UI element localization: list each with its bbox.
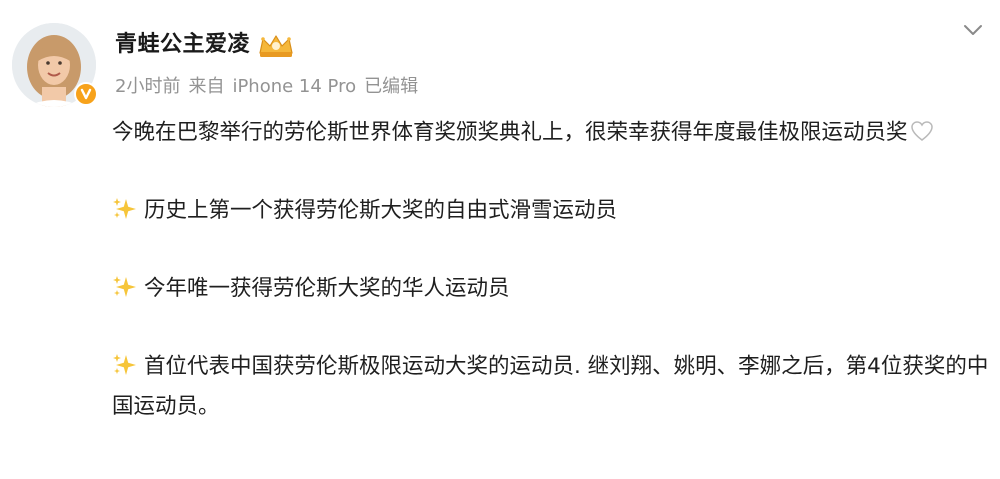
chevron-down-icon[interactable] bbox=[961, 18, 985, 42]
post-intro-paragraph: 今晚在巴黎举行的劳伦斯世界体育奖颁奖典礼上，很荣幸获得年度最佳极限运动员奖 bbox=[112, 113, 992, 153]
source-device-link[interactable]: iPhone 14 Pro bbox=[232, 76, 356, 97]
edited-label[interactable]: 已编辑 bbox=[364, 76, 418, 97]
crown-member-icon[interactable] bbox=[256, 33, 296, 59]
source-prefix: 来自 bbox=[188, 76, 225, 97]
post-time: 2小时前 bbox=[115, 76, 181, 97]
author-name[interactable]: 青蛙公主爱凌 bbox=[115, 30, 250, 60]
verified-badge-icon bbox=[74, 82, 98, 106]
post-body: 今晚在巴黎举行的劳伦斯世界体育奖颁奖典礼上，很荣幸获得年度最佳极限运动员奖 历史… bbox=[112, 113, 992, 427]
post-point-text: 首位代表中国获劳伦斯极限运动大奖的运动员. 继刘翔、姚明、李娜之后，第4位获奖的… bbox=[112, 354, 989, 419]
sparkles-icon bbox=[112, 351, 138, 375]
post-meta: 2小时前 来自 iPhone 14 Pro 已编辑 bbox=[115, 73, 426, 101]
sparkles-icon bbox=[112, 273, 138, 297]
post-point-text: 历史上第一个获得劳伦斯大奖的自由式滑雪运动员 bbox=[144, 198, 618, 223]
post-point-text: 今年唯一获得劳伦斯大奖的华人运动员 bbox=[144, 276, 510, 301]
heart-icon bbox=[910, 116, 934, 141]
post-point: 今年唯一获得劳伦斯大奖的华人运动员 bbox=[112, 269, 992, 309]
sparkles-icon bbox=[112, 195, 138, 219]
post-point: 首位代表中国获劳伦斯极限运动大奖的运动员. 继刘翔、姚明、李娜之后，第4位获奖的… bbox=[112, 347, 992, 427]
post-intro-text: 今晚在巴黎举行的劳伦斯世界体育奖颁奖典礼上，很荣幸获得年度最佳极限运动员奖 bbox=[112, 120, 908, 145]
post-point: 历史上第一个获得劳伦斯大奖的自由式滑雪运动员 bbox=[112, 191, 992, 231]
